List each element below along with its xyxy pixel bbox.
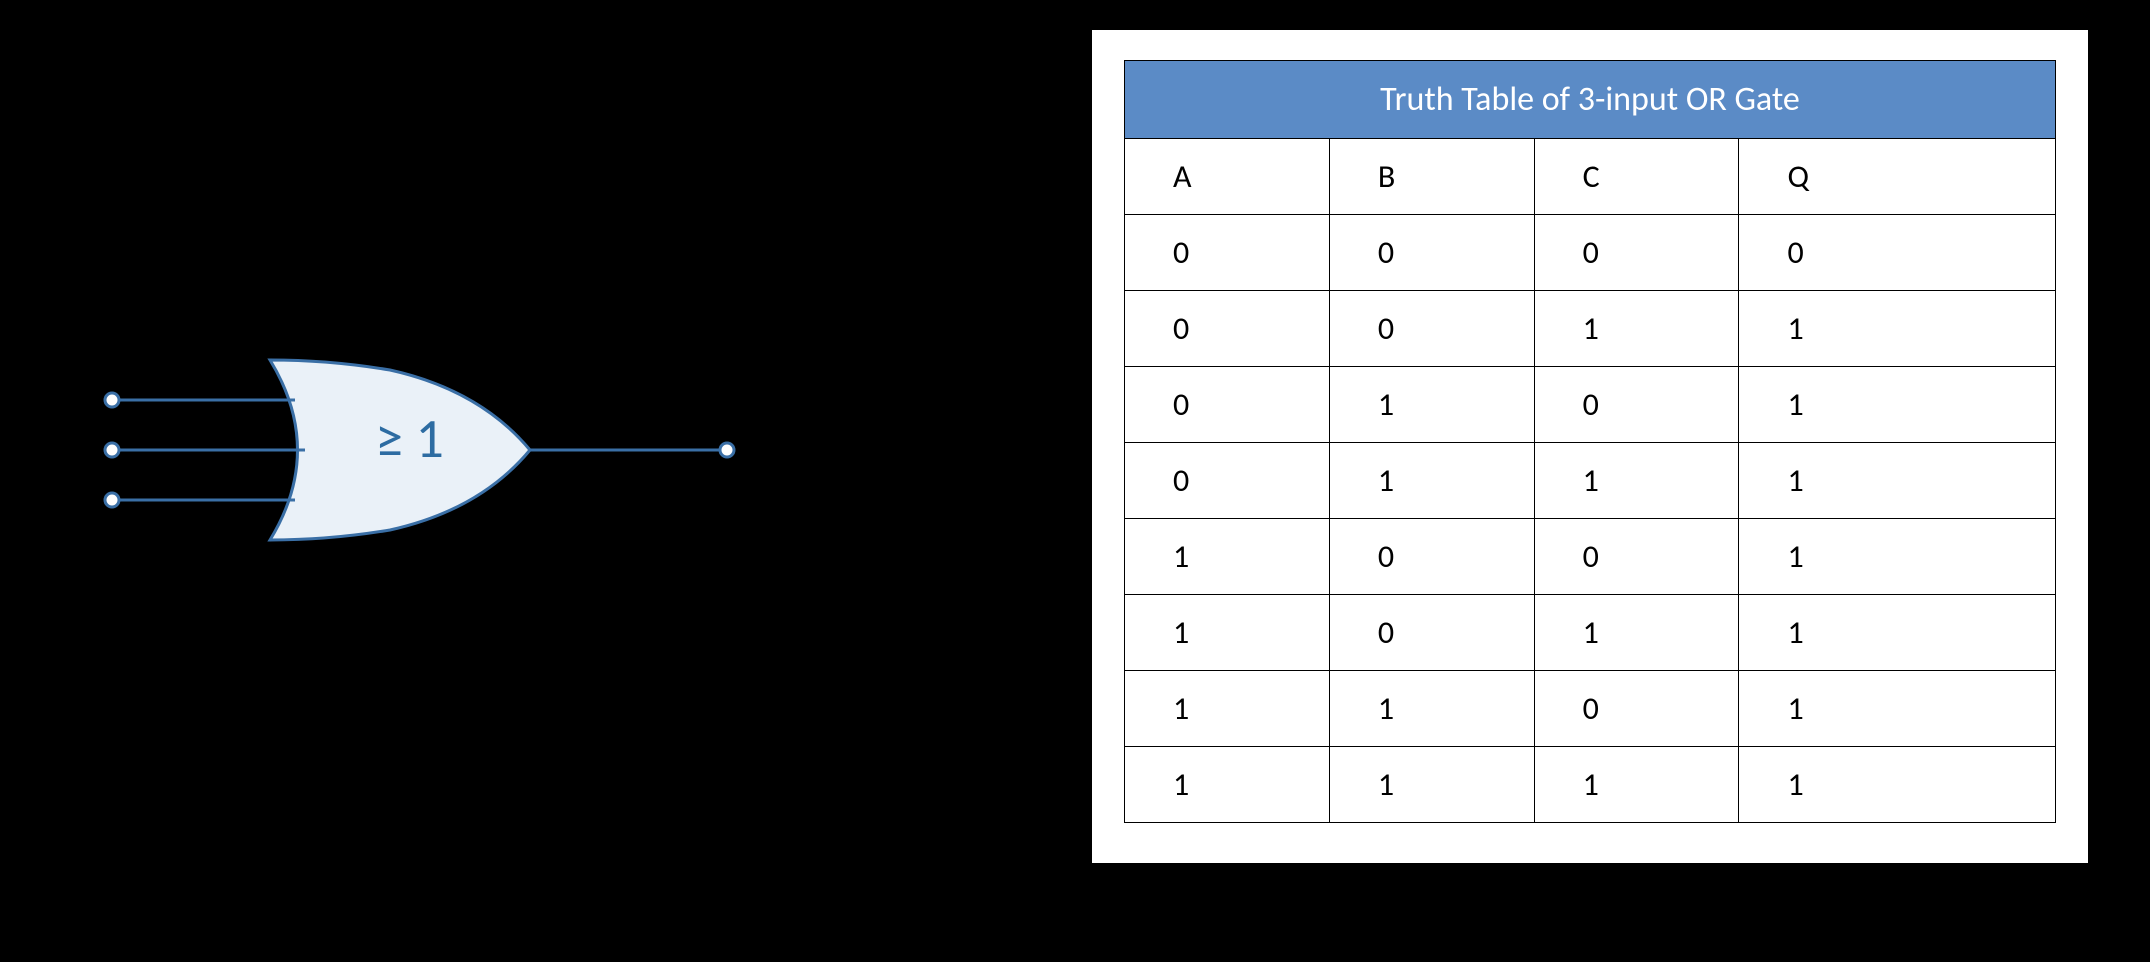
table-row: 0 1 0 1 — [1125, 367, 2056, 443]
cell: 0 — [1329, 595, 1534, 671]
cell: 1 — [1125, 671, 1330, 747]
table-row: 0 1 1 1 — [1125, 443, 2056, 519]
cell: 1 — [1329, 443, 1534, 519]
cell: 1 — [1125, 747, 1330, 823]
cell: 1 — [1329, 671, 1534, 747]
cell: 1 — [1125, 519, 1330, 595]
col-header-a: A — [1125, 139, 1330, 215]
cell: 0 — [1534, 367, 1739, 443]
table-title: Truth Table of 3-input OR Gate — [1125, 61, 2056, 139]
cell: 1 — [1125, 595, 1330, 671]
table-row: 1 0 1 1 — [1125, 595, 2056, 671]
cell: 1 — [1534, 291, 1739, 367]
gate-symbol-label: ≥ 1 — [375, 405, 444, 473]
table-row: 1 1 0 1 — [1125, 671, 2056, 747]
cell: 1 — [1739, 519, 2056, 595]
cell: 1 — [1739, 595, 2056, 671]
cell: 1 — [1739, 443, 2056, 519]
truth-table-card: Truth Table of 3-input OR Gate A B C Q 0… — [1090, 28, 2090, 865]
cell: 1 — [1739, 367, 2056, 443]
output-terminal-q — [720, 443, 734, 457]
table-title-row: Truth Table of 3-input OR Gate — [1125, 61, 2056, 139]
or-gate-schematic: ≥ 1 — [100, 300, 750, 600]
col-header-q: Q — [1739, 139, 2056, 215]
cell: 0 — [1534, 215, 1739, 291]
truth-table: Truth Table of 3-input OR Gate A B C Q 0… — [1124, 60, 2056, 823]
cell: 0 — [1534, 671, 1739, 747]
table-row: 1 1 1 1 — [1125, 747, 2056, 823]
cell: 0 — [1329, 215, 1534, 291]
cell: 0 — [1739, 215, 2056, 291]
cell: 1 — [1329, 367, 1534, 443]
cell: 1 — [1534, 747, 1739, 823]
table-row: 0 0 1 1 — [1125, 291, 2056, 367]
input-terminal-b — [105, 443, 119, 457]
col-header-c: C — [1534, 139, 1739, 215]
table-row: 1 0 0 1 — [1125, 519, 2056, 595]
table-header-row: A B C Q — [1125, 139, 2056, 215]
cell: 0 — [1125, 443, 1330, 519]
cell: 0 — [1534, 519, 1739, 595]
cell: 1 — [1534, 595, 1739, 671]
cell: 1 — [1329, 747, 1534, 823]
cell: 0 — [1125, 291, 1330, 367]
cell: 0 — [1125, 215, 1330, 291]
table-row: 0 0 0 0 — [1125, 215, 2056, 291]
cell: 1 — [1739, 747, 2056, 823]
cell: 0 — [1329, 519, 1534, 595]
cell: 1 — [1739, 671, 2056, 747]
cell: 1 — [1534, 443, 1739, 519]
col-header-b: B — [1329, 139, 1534, 215]
cell: 0 — [1329, 291, 1534, 367]
input-terminal-a — [105, 393, 119, 407]
diagram-stage: ≥ 1 Truth Table of 3-input OR Gate A B C… — [0, 0, 2150, 962]
cell: 0 — [1125, 367, 1330, 443]
input-terminal-c — [105, 493, 119, 507]
cell: 1 — [1739, 291, 2056, 367]
